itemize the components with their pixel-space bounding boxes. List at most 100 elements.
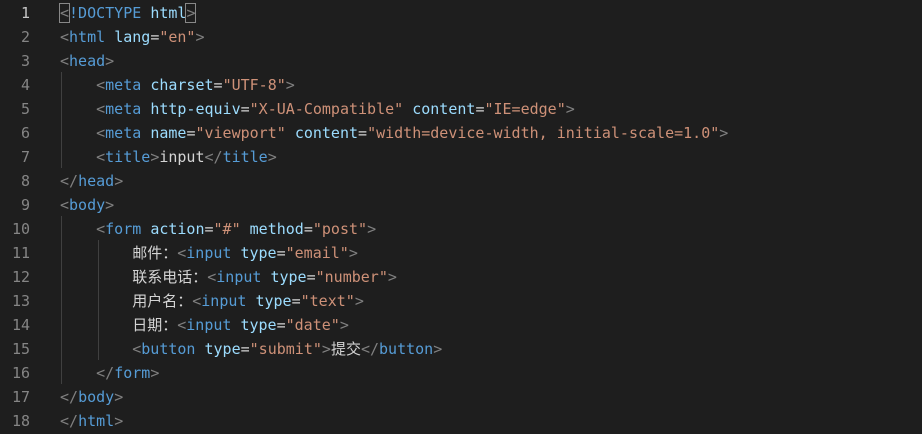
code-token: > — [321, 340, 331, 358]
code-token: "email" — [285, 244, 349, 262]
code-token: > — [354, 292, 364, 310]
code-line[interactable]: </head> — [60, 169, 123, 193]
code-line[interactable]: <body> — [60, 193, 114, 217]
code-token: head — [69, 52, 106, 70]
code-token: "IE=edge" — [484, 100, 566, 118]
code-line[interactable]: </html> — [60, 409, 123, 433]
code-token: > — [348, 244, 358, 262]
code-token: < — [132, 340, 142, 358]
code-token: lang — [114, 28, 151, 46]
code-token: type — [240, 316, 277, 334]
code-token: < — [96, 124, 106, 142]
code-line[interactable]: </form> — [60, 361, 159, 385]
code-token: type — [270, 268, 307, 286]
line-number-gutter: 1 2 3 4 5 6 7 8 9 10 11 12 13 14 15 16 17 18 — [0, 0, 42, 434]
code-token: input — [159, 148, 205, 166]
code-token: html — [78, 412, 115, 430]
code-token: > — [114, 172, 124, 190]
code-line[interactable]: </body> — [60, 385, 123, 409]
code-token: </ — [60, 172, 79, 190]
code-token: > — [565, 100, 575, 118]
code-token: = — [213, 76, 223, 94]
code-token: </ — [96, 364, 115, 382]
code-token: = — [358, 124, 368, 142]
code-token: < — [192, 292, 202, 310]
code-token: "UTF-8" — [222, 76, 286, 94]
code-token: < — [207, 268, 217, 286]
code-token: > — [150, 364, 160, 382]
line-number: 12 — [11, 268, 30, 286]
code-token: "date" — [285, 316, 340, 334]
code-token: 用户名： — [60, 292, 193, 310]
code-line[interactable]: <title>input</title> — [60, 145, 277, 169]
code-line[interactable]: 邮件：<input type="email"> — [60, 241, 358, 265]
code-line[interactable]: 用户名：<input type="text"> — [60, 289, 364, 313]
code-token: = — [291, 292, 301, 310]
code-line[interactable]: <button type="submit">提交</button> — [60, 337, 442, 361]
code-token: "submit" — [249, 340, 322, 358]
code-line[interactable]: 联系电话：<input type="number"> — [60, 265, 397, 289]
code-line[interactable]: <meta http-equiv="X-UA-Compatible" conte… — [60, 97, 575, 121]
code-token: name — [150, 124, 187, 142]
code-token: </ — [360, 340, 380, 358]
code-line[interactable]: <!DOCTYPE html> — [58, 1, 197, 25]
code-token: form — [114, 364, 151, 382]
code-token: 联系电话： — [60, 268, 208, 286]
code-token: < — [58, 3, 71, 23]
code-token: body — [69, 196, 106, 214]
code-token: < — [60, 52, 70, 70]
line-number: 10 — [11, 220, 30, 238]
code-token: > — [367, 220, 377, 238]
code-token: > — [267, 148, 277, 166]
code-token: < — [96, 76, 106, 94]
code-token: < — [96, 220, 106, 238]
code-token: http-equiv — [150, 100, 241, 118]
code-token: > — [387, 268, 397, 286]
code-token: < — [96, 100, 106, 118]
code-token: < — [177, 316, 187, 334]
code-token: = — [240, 100, 250, 118]
code-token: 邮件： — [60, 244, 178, 262]
line-number: 8 — [20, 172, 30, 190]
code-token: > — [105, 52, 115, 70]
code-line[interactable]: <meta charset="UTF-8"> — [60, 73, 295, 97]
code-token: "#" — [213, 220, 241, 238]
code-token: < — [60, 28, 70, 46]
code-token: </ — [60, 412, 79, 430]
code-token: button — [141, 340, 196, 358]
code-line[interactable]: <meta name="viewport" content="width=dev… — [60, 121, 728, 145]
code-token: > — [105, 196, 115, 214]
line-number: 5 — [20, 100, 30, 118]
code-token: input — [216, 268, 262, 286]
code-token: = — [240, 340, 250, 358]
code-token: meta — [105, 100, 142, 118]
code-token: > — [185, 3, 197, 23]
code-token: title — [105, 148, 151, 166]
code-token: < — [177, 244, 187, 262]
code-token: "text" — [300, 292, 355, 310]
code-token: = — [306, 268, 316, 286]
code-token: input — [186, 244, 232, 262]
code-token: action — [150, 220, 205, 238]
code-area[interactable]: <!DOCTYPE html> <html lang="en"> <head> <m… — [58, 0, 922, 434]
code-line[interactable]: 日期：<input type="date"> — [60, 313, 349, 337]
code-editor[interactable]: 1 2 3 4 5 6 7 8 9 10 11 12 13 14 15 16 17 18 <!DOCTYPE ht… — [0, 0, 922, 434]
code-line[interactable]: <head> — [60, 49, 114, 73]
code-token: method — [249, 220, 304, 238]
line-number: 1 — [20, 4, 30, 22]
code-token: html — [150, 4, 187, 22]
line-number: 13 — [11, 292, 30, 310]
code-line[interactable]: <form action="#" method="post"> — [60, 217, 376, 241]
code-line[interactable]: <html lang="en"> — [60, 25, 205, 49]
line-number: 16 — [11, 364, 30, 382]
